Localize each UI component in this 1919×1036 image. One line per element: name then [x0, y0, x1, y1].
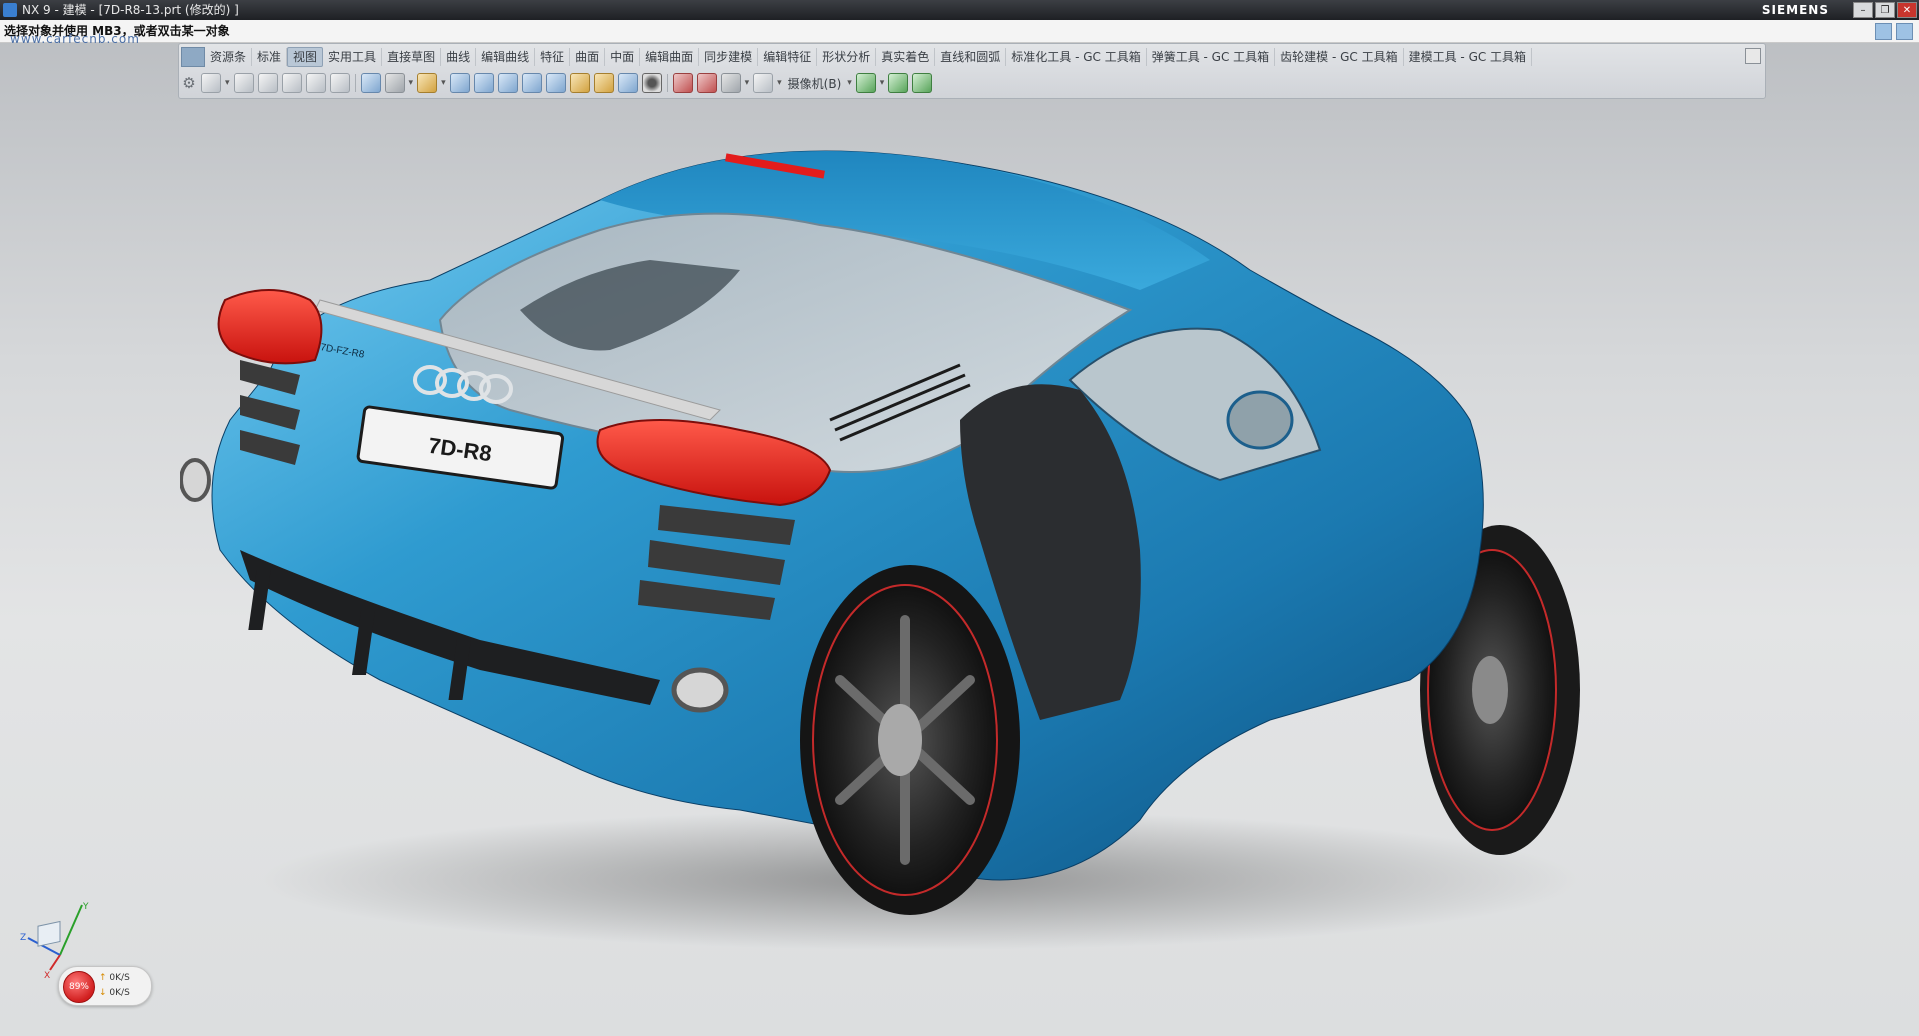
upload-speed-value: 0K/S: [109, 973, 130, 983]
dropdown-arrow-icon[interactable]: ▾: [409, 78, 414, 88]
toolbar-separator: [354, 74, 356, 92]
tab-line-arc[interactable]: 直线和圆弧: [935, 48, 1007, 66]
section-icon[interactable]: [672, 73, 693, 93]
upload-speed: ↑ 0K/S: [99, 973, 130, 983]
dropdown-arrow-icon[interactable]: ▾: [745, 78, 750, 88]
toolbar-menu-icon[interactable]: [181, 47, 205, 67]
background-icon[interactable]: [417, 73, 438, 93]
camera-menu[interactable]: 摄像机(B): [788, 75, 842, 92]
tab-sync-modeling[interactable]: 同步建模: [699, 48, 759, 66]
perspective-icon[interactable]: [329, 73, 350, 93]
gear-icon[interactable]: ⚙: [179, 74, 199, 92]
download-speed-value: 0K/S: [109, 988, 130, 998]
left-tail-light: [217, 289, 323, 365]
zoom-window-icon[interactable]: [281, 73, 302, 93]
dropdown-arrow-icon[interactable]: ▾: [880, 78, 885, 88]
dropdown-arrow-icon[interactable]: ▾: [441, 78, 446, 88]
tab-direct-sketch[interactable]: 直接草图: [382, 48, 442, 66]
title-bar: NX 9 - 建模 - [7D-R8-13.prt (修改的) ] SIEMEN…: [0, 0, 1919, 20]
right-exhaust: [671, 667, 729, 713]
usage-percent: 89%: [63, 971, 95, 1003]
download-arrow-icon: ↓: [99, 988, 107, 998]
network-speed-widget[interactable]: 89% ↑ 0K/S ↓ 0K/S: [58, 966, 152, 1006]
upload-arrow-icon: ↑: [99, 973, 107, 983]
toolbar-tab-row: 资源条 标准 视图 实用工具 直接草图 曲线 编辑曲线 特征 曲面 中面 编辑曲…: [179, 46, 1765, 68]
window-title: NX 9 - 建模 - [7D-R8-13.prt (修改的) ]: [22, 3, 239, 17]
zoom-icon[interactable]: [233, 73, 254, 93]
cue-line-icons: [1875, 23, 1913, 40]
tab-surface[interactable]: 曲面: [570, 48, 606, 66]
tab-gc-modeling[interactable]: 建模工具 - GC 工具箱: [1404, 48, 1533, 66]
snap-view-icon[interactable]: [888, 73, 909, 93]
left-exhaust: [180, 458, 211, 502]
restore-view-icon[interactable]: [912, 73, 933, 93]
tab-utility[interactable]: 实用工具: [323, 48, 383, 66]
restore-button[interactable]: ❐: [1875, 2, 1895, 18]
triad-x-label: X: [44, 971, 50, 980]
view-front-icon[interactable]: [521, 73, 542, 93]
cue-line: 选择对象并使用 MB3，或者双击某一对象 www.carfecnb.com: [0, 20, 1919, 46]
minimize-button[interactable]: –: [1853, 2, 1873, 18]
toolbar-separator: [666, 74, 668, 92]
car-model-viewport[interactable]: 7D-R8 7D-FZ-R8: [180, 120, 1660, 970]
tab-shape-analysis[interactable]: 形状分析: [817, 48, 877, 66]
render-style-icon[interactable]: [384, 73, 405, 93]
triad-z-label: Z: [20, 933, 26, 943]
dropdown-arrow-icon[interactable]: ▾: [847, 78, 852, 88]
light-icon[interactable]: [593, 73, 614, 93]
watermark-text: www.carfecnb.com: [10, 32, 140, 46]
dropdown-arrow-icon[interactable]: ▾: [777, 78, 782, 88]
pan-icon[interactable]: [257, 73, 278, 93]
siemens-brand: SIEMENS: [1761, 3, 1829, 17]
view-back-icon[interactable]: [617, 73, 638, 93]
tab-edit-curve[interactable]: 编辑曲线: [476, 48, 536, 66]
nx-app-icon[interactable]: [3, 3, 17, 17]
triad-y-label: Y: [82, 902, 89, 912]
frame-icon[interactable]: [753, 73, 774, 93]
layout-icon[interactable]: [1875, 23, 1892, 40]
material-icon[interactable]: [569, 73, 590, 93]
dropdown-arrow-icon[interactable]: ▾: [225, 78, 230, 88]
toolbar-icon-row: ⚙ ▾ ▾ ▾ ▾ ▾ 摄像机(B) ▾ ▾: [179, 70, 1765, 96]
rotate-icon[interactable]: [305, 73, 326, 93]
tab-edit-surface[interactable]: 编辑曲面: [640, 48, 700, 66]
right-rear-grille: [638, 505, 795, 620]
view-top-icon[interactable]: [497, 73, 518, 93]
tab-view[interactable]: 视图: [287, 47, 324, 67]
fit-view-icon[interactable]: [201, 73, 221, 93]
close-button[interactable]: ✕: [1897, 2, 1917, 18]
view-trimetric-icon[interactable]: [449, 73, 470, 93]
left-rear-grille: [240, 360, 300, 465]
face-analysis-icon[interactable]: [720, 73, 741, 93]
tab-gc-spring[interactable]: 弹簧工具 - GC 工具箱: [1147, 48, 1276, 66]
tab-mid-surface[interactable]: 中面: [605, 48, 641, 66]
clip-icon[interactable]: [696, 73, 717, 93]
side-mirror: [1226, 390, 1294, 450]
shaded-with-edges-icon[interactable]: [360, 73, 381, 93]
orient-icon[interactable]: [855, 73, 876, 93]
ribbon-toolbar: 资源条 标准 视图 实用工具 直接草图 曲线 编辑曲线 特征 曲面 中面 编辑曲…: [178, 43, 1766, 99]
tab-gc-gear[interactable]: 齿轮建模 - GC 工具箱: [1275, 48, 1404, 66]
tab-curve[interactable]: 曲线: [441, 48, 477, 66]
tab-standard[interactable]: 标准: [252, 48, 288, 66]
tab-resource-bar[interactable]: 资源条: [205, 48, 253, 66]
view-isometric-icon[interactable]: [473, 73, 494, 93]
download-speed: ↓ 0K/S: [99, 988, 130, 998]
lens-icon[interactable]: [641, 73, 662, 93]
view-right-icon[interactable]: [545, 73, 566, 93]
tab-feature[interactable]: 特征: [535, 48, 571, 66]
fullscreen-icon[interactable]: [1896, 23, 1913, 40]
window-controls: – ❐ ✕: [1853, 2, 1917, 18]
rear-near-wheel: [800, 565, 1020, 915]
tab-gc-standard[interactable]: 标准化工具 - GC 工具箱: [1006, 48, 1147, 66]
tab-edit-feature[interactable]: 编辑特征: [758, 48, 818, 66]
tab-true-shading[interactable]: 真实着色: [876, 48, 936, 66]
toolbar-options-icon[interactable]: [1745, 48, 1761, 64]
